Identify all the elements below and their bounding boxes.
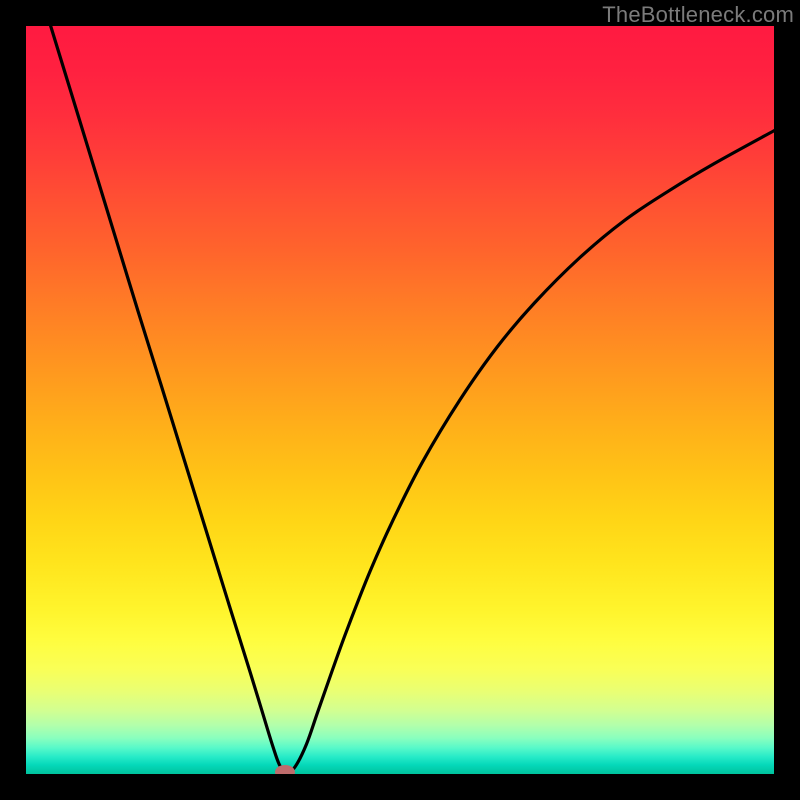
plot-area [26, 26, 774, 774]
bottleneck-curve [26, 26, 774, 774]
optimum-marker [275, 765, 295, 774]
watermark-text: TheBottleneck.com [602, 2, 794, 28]
chart-frame: TheBottleneck.com [0, 0, 800, 800]
